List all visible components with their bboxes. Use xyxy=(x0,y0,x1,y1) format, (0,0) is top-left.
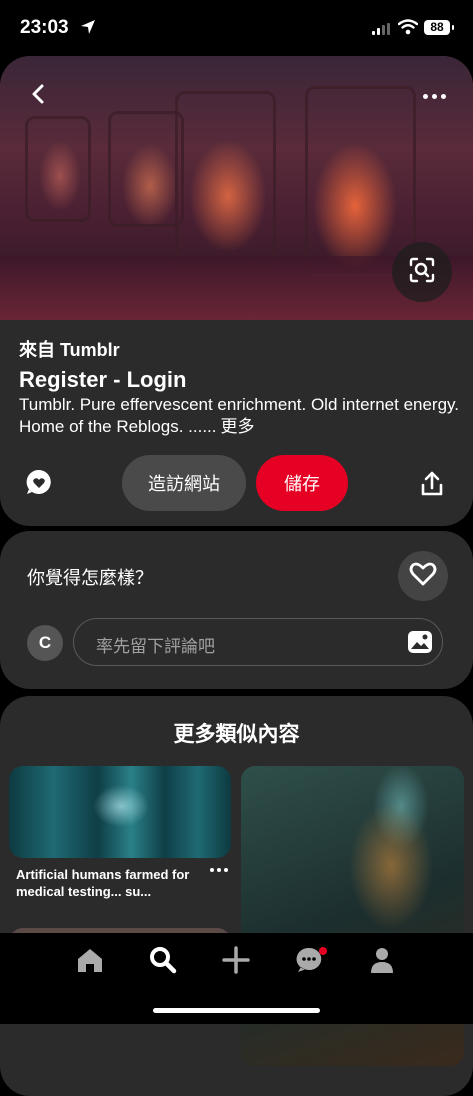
pin-title: Register - Login xyxy=(19,367,187,392)
profile-icon xyxy=(369,946,395,979)
plus-icon xyxy=(222,945,250,979)
more-options-button[interactable] xyxy=(414,78,454,114)
comment-input[interactable]: 率先留下評論吧 xyxy=(73,618,443,666)
save-button[interactable]: 儲存 xyxy=(256,455,348,511)
related-pin-more-button[interactable] xyxy=(210,868,228,872)
battery-indicator: 88 xyxy=(424,20,454,35)
nav-home[interactable] xyxy=(70,945,110,979)
pin-card: 來自 Tumblr Register - Login Tumblr. Pure … xyxy=(0,56,473,526)
visual-search-icon xyxy=(408,256,436,289)
more-like-this-title: 更多類似內容 xyxy=(173,723,300,746)
nav-messages[interactable] xyxy=(289,945,329,979)
source-prefix: 來自 xyxy=(19,340,55,360)
bottom-navigation xyxy=(0,933,473,1024)
more-like-this-section: 更多類似內容 Artificial humans farmed for medi… xyxy=(0,696,473,1096)
share-button[interactable] xyxy=(418,470,446,498)
status-time: 23:03 xyxy=(20,17,69,38)
nav-profile[interactable] xyxy=(362,945,402,979)
pin-image[interactable] xyxy=(0,56,473,320)
back-button[interactable] xyxy=(20,78,56,114)
description-more-link[interactable]: 更多 xyxy=(220,417,254,436)
location-arrow-icon xyxy=(80,19,96,40)
visit-site-button[interactable]: 造訪網站 xyxy=(122,455,246,511)
pin-source[interactable]: 來自 Tumblr xyxy=(19,336,120,362)
related-pin-caption[interactable]: Artificial humans farmed for medical tes… xyxy=(16,866,208,900)
heart-icon xyxy=(409,561,437,592)
image-icon[interactable] xyxy=(407,630,433,654)
comment-icon xyxy=(24,469,54,501)
visual-search-button[interactable] xyxy=(392,242,452,302)
home-icon xyxy=(76,946,104,979)
comment-button[interactable] xyxy=(24,467,54,497)
status-bar: 23:03 88 xyxy=(0,0,473,56)
comments-section: 你覺得怎麼樣？ C 率先留下評論吧 xyxy=(0,531,473,689)
comment-placeholder: 率先留下評論吧 xyxy=(96,637,215,656)
avatar[interactable]: C xyxy=(27,625,63,661)
nav-search[interactable] xyxy=(143,945,183,979)
back-icon xyxy=(31,83,45,110)
cellular-signal-icon xyxy=(372,22,392,40)
more-icon xyxy=(422,93,428,99)
notification-dot xyxy=(319,947,327,955)
share-icon xyxy=(418,471,446,502)
more-icon xyxy=(210,868,214,872)
pin-description: Tumblr. Pure effervescent enrichment. Ol… xyxy=(19,394,459,438)
nav-create[interactable] xyxy=(216,945,256,979)
wifi-icon xyxy=(397,19,419,40)
search-icon xyxy=(148,945,178,980)
home-indicator xyxy=(153,1008,320,1013)
source-name: Tumblr xyxy=(60,340,120,360)
react-button[interactable] xyxy=(398,551,448,601)
related-pin-image[interactable] xyxy=(9,766,231,858)
comments-prompt: 你覺得怎麼樣？ xyxy=(27,568,153,588)
